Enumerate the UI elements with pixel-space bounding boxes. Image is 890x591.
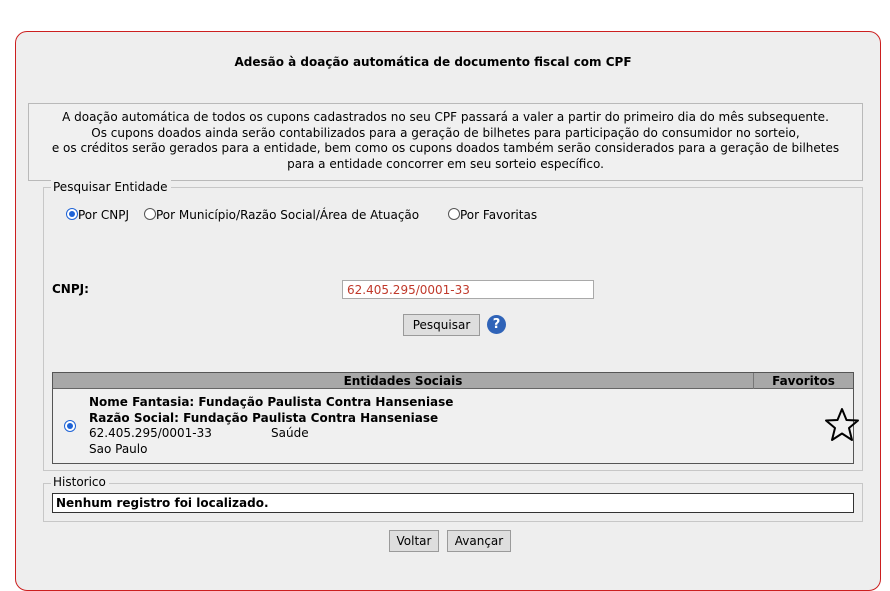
nome-fantasia: Nome Fantasia: Fundação Paulista Contra …	[89, 395, 454, 409]
star-outline-icon[interactable]	[824, 407, 860, 443]
razao-social: Razão Social: Fundação Paulista Contra H…	[89, 410, 439, 425]
header-favoritos: Favoritos	[753, 373, 853, 389]
entity-cnpj: 62.405.295/0001-33	[89, 426, 212, 440]
help-icon[interactable]: ?	[487, 315, 506, 334]
history-legend: Historico	[51, 475, 109, 489]
search-legend: Pesquisar Entidade	[51, 180, 171, 194]
entity-cidade: Sao Paulo	[89, 441, 148, 456]
radio-por-cnpj[interactable]: Por CNPJ	[66, 208, 129, 222]
radio-unselected-icon[interactable]	[448, 208, 460, 220]
history-message: Nenhum registro foi localizado.	[52, 493, 854, 513]
search-button[interactable]: Pesquisar	[403, 314, 480, 336]
radio-label: Por CNPJ	[78, 208, 130, 222]
results-table: Entidades Sociais Favoritos Nome Fantasi…	[52, 372, 859, 464]
cnpj-input[interactable]	[342, 280, 594, 299]
radio-por-municipio[interactable]: Por Município/Razão Social/Área de Atuaç…	[144, 208, 419, 222]
notice-box: A doação automática de todos os cupons c…	[28, 103, 863, 181]
header-entidades: Entidades Sociais	[343, 374, 463, 388]
back-button[interactable]: Voltar	[389, 530, 439, 552]
notice-line: para a entidade concorrer em seu sorteio…	[287, 156, 604, 171]
results-header: Entidades Sociais Favoritos	[53, 373, 853, 389]
notice-line: A doação automática de todos os cupons c…	[62, 110, 829, 124]
radio-unselected-icon[interactable]	[144, 208, 156, 220]
notice-line: Os cupons doados ainda serão contabiliza…	[91, 125, 800, 140]
table-row: Nome Fantasia: Fundação Paulista Contra …	[89, 395, 453, 457]
page-title: Adesão à doação automática de documento …	[234, 55, 632, 69]
entity-select-radio[interactable]	[64, 420, 76, 432]
next-button[interactable]: Avançar	[447, 530, 511, 552]
radio-por-favoritas[interactable]: Por Favoritas	[448, 208, 537, 222]
cnpj-area-line: 62.405.295/0001-33 Saúde	[89, 426, 453, 442]
radio-selected-icon[interactable]	[66, 208, 78, 220]
entity-area: Saúde	[271, 426, 309, 440]
cnpj-label: CNPJ:	[52, 282, 89, 296]
radio-label: Por Favoritas	[460, 208, 538, 222]
radio-label: Por Município/Razão Social/Área de Atuaç…	[156, 208, 420, 222]
notice-line: e os créditos serão gerados para a entid…	[51, 141, 840, 155]
